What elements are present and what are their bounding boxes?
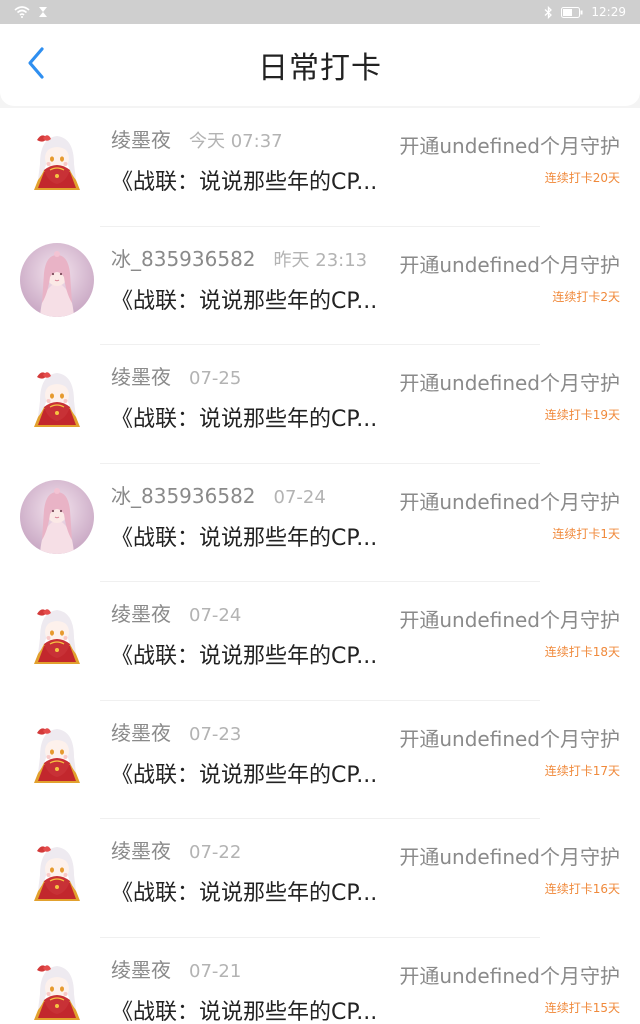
- list-item[interactable]: 绫墨夜 07-22 《战联：说说那些年的CP... 开通undefined个月守护连续…: [0, 819, 640, 938]
- username[interactable]: 冰_835936582: [111, 243, 256, 272]
- list-item[interactable]: 绫墨夜 07-21 《战联：说说那些年的CP... 开通undefined个月守护连续…: [0, 938, 640, 1024]
- entry-meta: 绫墨夜 07-22: [111, 835, 241, 864]
- streak-label: 连续打卡17天: [544, 763, 620, 778]
- timestamp: 07-21: [189, 960, 242, 982]
- entry-meta: 绫墨夜 07-21: [111, 954, 241, 983]
- username[interactable]: 绫墨夜: [111, 361, 171, 390]
- list-item[interactable]: 绫墨夜 07-24 《战联：说说那些年的CP... 开通undefined个月守护连续…: [0, 582, 640, 701]
- entry-content: 《战联：说说那些年的CP...: [111, 881, 378, 906]
- checkin-list: 绫墨夜 今天 07:37 《战联：说说那些年的CP... 开通undefined个月守…: [0, 108, 640, 1024]
- entry-meta: 绫墨夜 今天 07:37: [111, 124, 283, 153]
- bluetooth-icon: [544, 5, 553, 19]
- header: 日常打卡: [0, 24, 640, 106]
- battery-icon: [561, 6, 583, 18]
- list-item[interactable]: 绫墨夜 07-25 《战联：说说那些年的CP... 开通undefined个月守护连续…: [0, 345, 640, 464]
- status-left: [14, 6, 48, 18]
- entry-meta: 冰_835936582 07-24: [111, 480, 326, 509]
- streak-label: 连续打卡1天: [552, 526, 620, 541]
- entry-meta: 冰_835936582 昨天 23:13: [111, 243, 367, 272]
- entry-content: 《战联：说说那些年的CP...: [111, 525, 378, 551]
- entry-meta: 绫墨夜 07-25: [111, 361, 241, 390]
- avatar[interactable]: [20, 835, 94, 909]
- streak-label: 连续打卡20天: [544, 171, 620, 185]
- guard-label: 开通undefined个月守护: [399, 963, 620, 988]
- timestamp: 07-25: [189, 368, 242, 389]
- guard-label: 开通undefined个月守护: [399, 845, 620, 869]
- list-item[interactable]: 冰_835936582 昨天 23:13 《战联：说说那些年的CP... 开通unde…: [0, 227, 640, 345]
- streak-label: 连续打卡19天: [544, 408, 620, 422]
- guard-label: 开通undefined个月守护: [399, 608, 620, 632]
- header-wrap: 日常打卡: [0, 24, 640, 108]
- timestamp: 今天 07:37: [189, 131, 283, 152]
- guard-label: 开通undefined个月守护: [399, 252, 620, 277]
- username[interactable]: 绫墨夜: [111, 598, 171, 627]
- timestamp: 昨天 23:13: [273, 249, 368, 271]
- streak-label: 连续打卡2天: [552, 289, 620, 304]
- streak-label: 连续打卡18天: [544, 645, 620, 659]
- avatar[interactable]: [20, 953, 94, 1024]
- avatar[interactable]: [20, 361, 94, 435]
- guard-label: 开通undefined个月守护: [399, 726, 620, 751]
- username[interactable]: 绫墨夜: [111, 954, 171, 983]
- status-time: 12:29: [591, 5, 626, 19]
- username[interactable]: 绫墨夜: [111, 717, 171, 746]
- entry-content: 《战联：说说那些年的CP...: [111, 999, 378, 1024]
- avatar[interactable]: [20, 124, 94, 198]
- status-right: 12:29: [544, 5, 626, 19]
- hourglass-icon: [38, 6, 48, 18]
- guard-label: 开通undefined个月守护: [399, 134, 620, 158]
- entry-content: 《战联：说说那些年的CP...: [111, 644, 378, 669]
- timestamp: 07-24: [189, 605, 242, 626]
- page-title: 日常打卡: [258, 51, 382, 86]
- entry-content: 《战联：说说那些年的CP...: [111, 407, 378, 432]
- list-item[interactable]: 绫墨夜 07-23 《战联：说说那些年的CP... 开通undefined个月守护连续…: [0, 701, 640, 819]
- timestamp: 07-23: [189, 723, 242, 745]
- timestamp: 07-24: [273, 486, 326, 508]
- username[interactable]: 绫墨夜: [111, 835, 171, 864]
- username[interactable]: 绫墨夜: [111, 124, 171, 153]
- back-button[interactable]: [22, 45, 50, 85]
- timestamp: 07-22: [189, 842, 242, 863]
- streak-label: 连续打卡16天: [544, 882, 620, 896]
- username[interactable]: 冰_835936582: [111, 480, 256, 509]
- streak-label: 连续打卡15天: [544, 1000, 620, 1015]
- entry-meta: 绫墨夜 07-23: [111, 717, 241, 746]
- status-bar: 12:29: [0, 0, 640, 24]
- entry-meta: 绫墨夜 07-24: [111, 598, 241, 627]
- entry-content: 《战联：说说那些年的CP...: [111, 288, 378, 314]
- wifi-icon: [14, 6, 30, 18]
- guard-label: 开通undefined个月守护: [399, 371, 620, 395]
- guard-label: 开通undefined个月守护: [399, 489, 620, 514]
- list-item[interactable]: 绫墨夜 今天 07:37 《战联：说说那些年的CP... 开通undefined个月守…: [0, 108, 640, 227]
- entry-content: 《战联：说说那些年的CP...: [111, 170, 378, 195]
- avatar[interactable]: [20, 716, 94, 791]
- avatar[interactable]: [20, 242, 94, 317]
- chevron-left-icon: [26, 46, 46, 84]
- entry-content: 《战联：说说那些年的CP...: [111, 762, 378, 788]
- avatar[interactable]: [20, 598, 94, 672]
- list-item[interactable]: 冰_835936582 07-24 《战联：说说那些年的CP... 开通undefin…: [0, 464, 640, 582]
- avatar[interactable]: [20, 479, 94, 554]
